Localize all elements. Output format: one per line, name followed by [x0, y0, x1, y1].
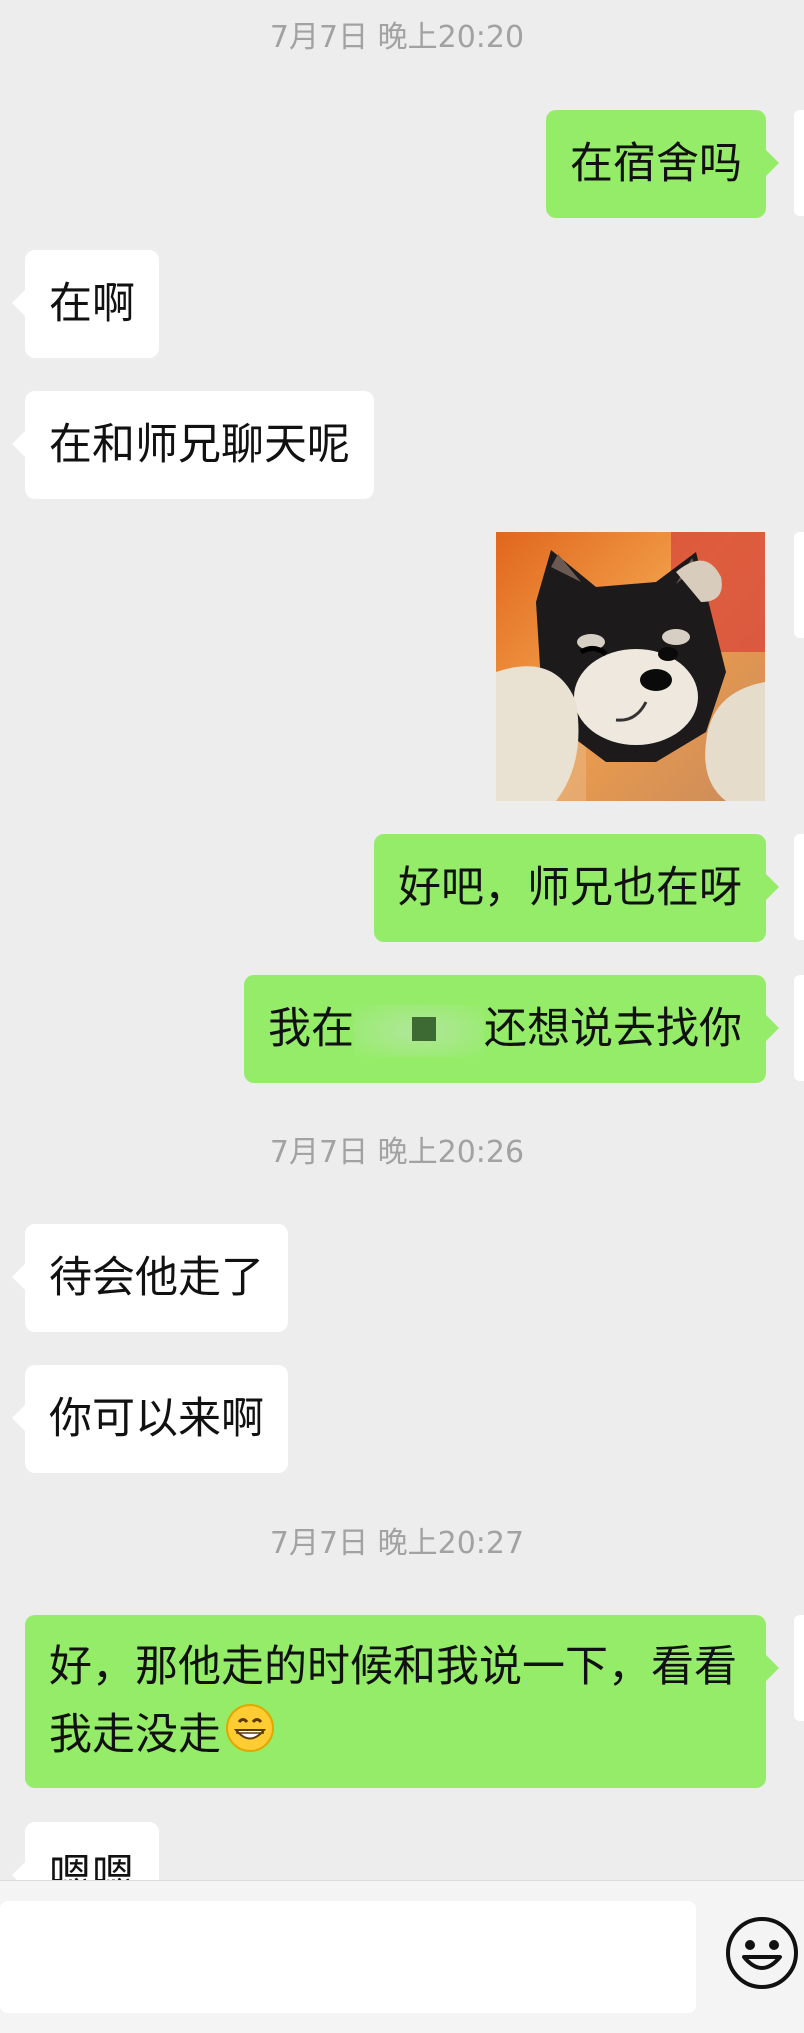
sent-message[interactable]: 我在 还想说去找你 [244, 975, 779, 1083]
redacted-blur [354, 1005, 484, 1057]
message-line-with-emoji: 我走没走 [49, 1701, 742, 1773]
self-avatar[interactable] [794, 532, 804, 638]
message-text: 嗯嗯 [49, 1851, 135, 1880]
self-avatar[interactable] [794, 110, 804, 216]
received-message[interactable]: 在和师兄聊天呢 [12, 391, 374, 499]
shiba-dog-sticker-icon [496, 532, 765, 801]
message-text: 在宿舍吗 [570, 139, 742, 189]
message-text: 你可以来啊 [49, 1394, 264, 1444]
message-text: 在啊 [49, 279, 135, 329]
received-message[interactable]: 待会他走了 [12, 1224, 288, 1332]
message-text: 好吧，师兄也在呀 [398, 863, 742, 913]
self-avatar[interactable] [794, 1615, 804, 1721]
received-message[interactable]: 在啊 [12, 250, 159, 358]
input-bar [0, 1880, 804, 2033]
sent-message[interactable]: 好吧，师兄也在呀 [374, 834, 779, 942]
sticker-image[interactable] [496, 532, 765, 801]
sent-message[interactable]: 好，那他走的时候和我说一下，看看 我走没走 [25, 1615, 779, 1788]
received-message[interactable]: 嗯嗯 [12, 1822, 159, 1880]
message-text-end: 还想说去找你 [484, 1004, 742, 1054]
grin-emoji-icon [225, 1703, 275, 1773]
message-text-start: 我在 [268, 1004, 354, 1054]
timestamp: 7月7日 晚上20:20 [269, 20, 525, 55]
self-avatar[interactable] [794, 975, 804, 1081]
message-text: 在和师兄聊天呢 [49, 420, 350, 470]
message-text: 待会他走了 [49, 1253, 264, 1303]
sent-message[interactable]: 在宿舍吗 [546, 110, 779, 218]
timestamp: 7月7日 晚上20:27 [269, 1526, 525, 1561]
message-input[interactable] [0, 1901, 696, 2013]
message-text: 我走没走 [49, 1710, 221, 1760]
chat-area[interactable]: 7月7日 晚上20:20 在宿舍吗 在啊 在和师兄聊天呢 好吧，师兄也在呀 我在… [0, 0, 804, 1880]
message-line: 好，那他走的时候和我说一下，看看 [49, 1642, 737, 1692]
received-message[interactable]: 你可以来啊 [12, 1365, 288, 1473]
self-avatar[interactable] [794, 834, 804, 940]
emoji-icon[interactable] [724, 1915, 800, 1991]
timestamp: 7月7日 晚上20:26 [269, 1135, 525, 1170]
